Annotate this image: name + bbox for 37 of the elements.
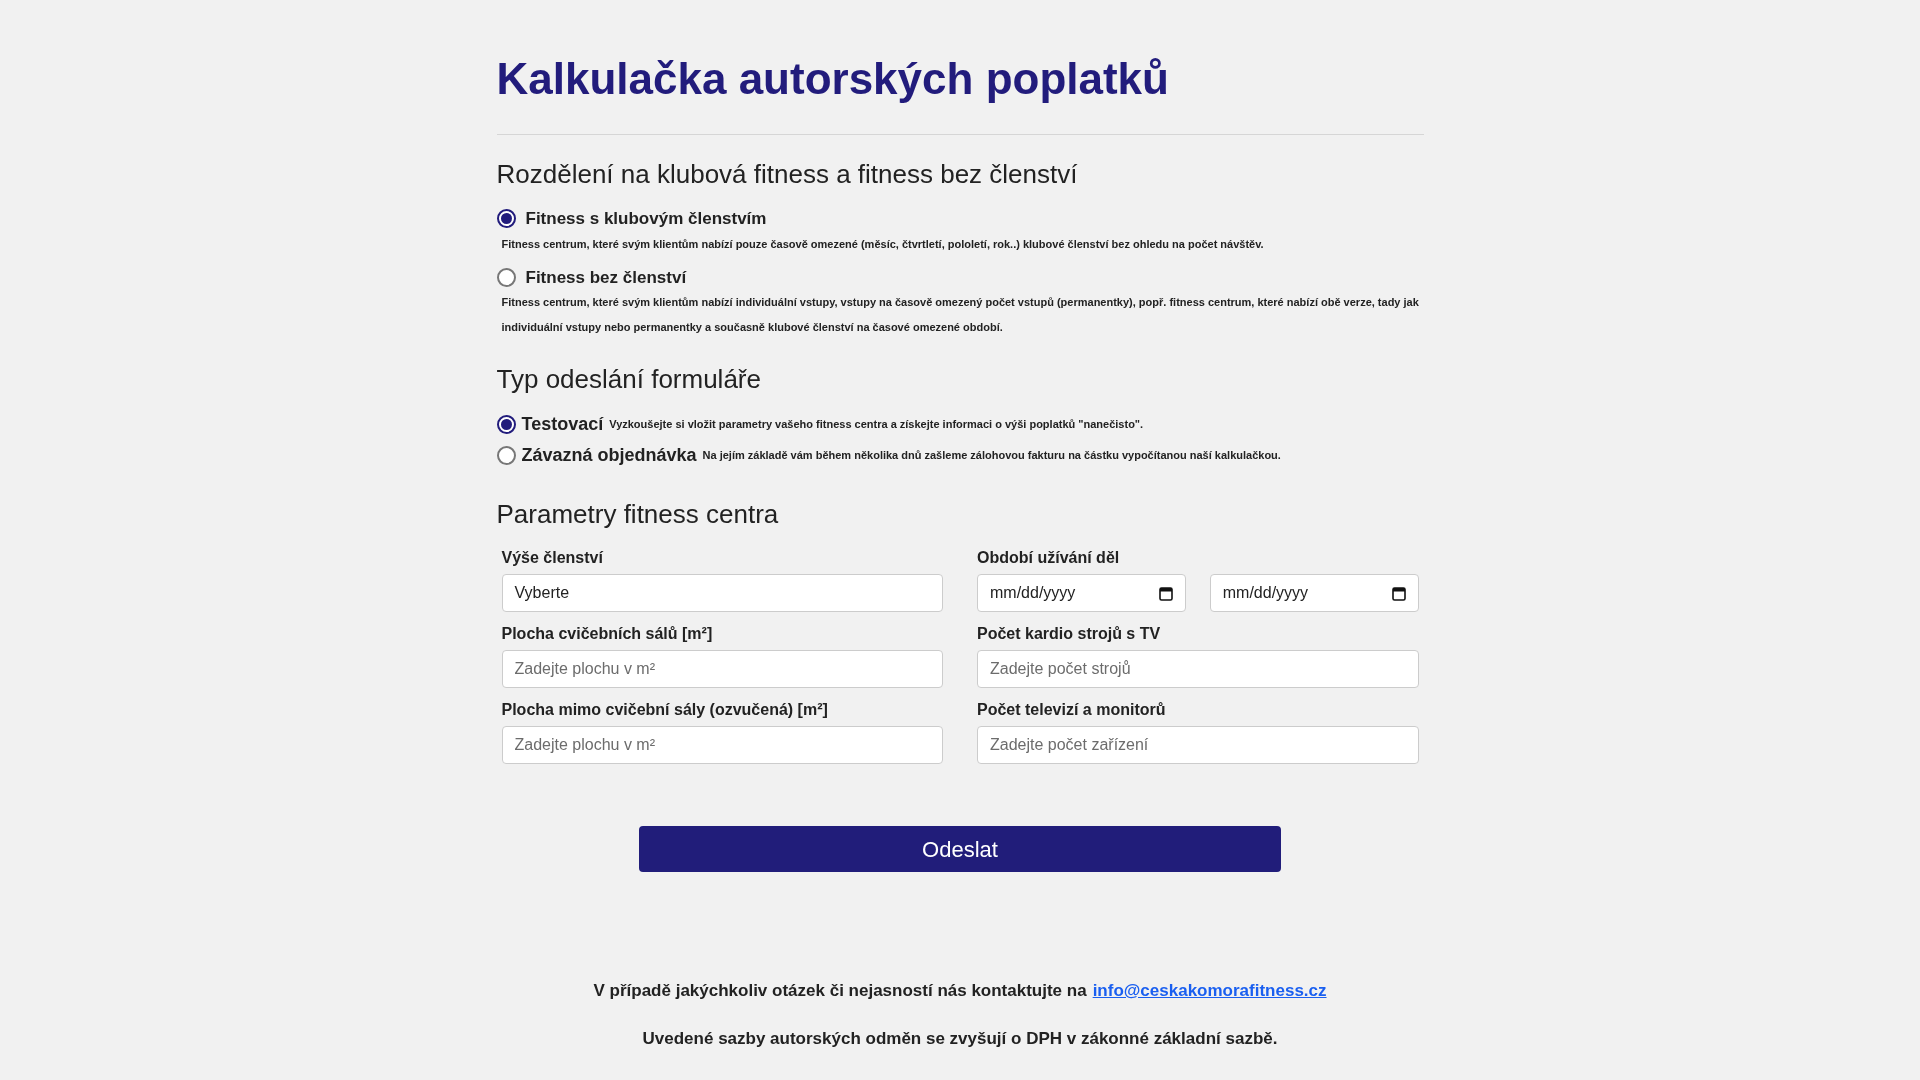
radio-selected[interactable] — [496, 209, 516, 229]
calendar-icon[interactable] — [1158, 585, 1173, 601]
radio-unselected[interactable] — [496, 446, 516, 465]
radio-unselected[interactable] — [496, 267, 516, 287]
field-label: Období užívání děl — [977, 548, 1121, 568]
field-label: Počet televizí a monitorů — [977, 700, 1167, 720]
option-description: Na jejím základě vám během několika dnů zašleme zálohovou fakturu na částku vypočítanou naší kalkulačkou. — [702, 448, 1281, 464]
input-field[interactable]: Zadejte plochu v m² — [501, 650, 943, 688]
field-label: Počet kardio strojů s TV — [977, 624, 1162, 644]
radio-selected[interactable] — [496, 415, 516, 434]
calendar-icon[interactable] — [1391, 585, 1406, 601]
date-placeholder: mm/dd/yyyy — [1222, 583, 1309, 603]
field-label: Výše členství — [501, 548, 604, 568]
email-link[interactable]: info@ceskakomorafitness.cz — [1092, 978, 1327, 1004]
date-field[interactable]: mm/dd/yyyy — [977, 574, 1186, 612]
contact-text: V případě jakýchkoliv otázek či nejasností nás kontaktujte na — [593, 980, 1087, 1002]
section-heading: Typ odeslání formuláře — [496, 363, 762, 396]
input-field[interactable]: Zadejte plochu v m² — [501, 726, 943, 764]
submit-button[interactable]: Odeslat — [639, 826, 1281, 872]
option-description: Fitness centrum, které svým klientům nabízí pouze časově omezené (měsíc, čtvrtletí, pololetí, rok..) klubové členství bez ohledu na počet návštěv. — [500, 236, 1265, 252]
radio-label[interactable]: Testovací — [521, 411, 604, 438]
page-title: Kalkulačka autorských poplatků — [496, 46, 1424, 135]
vat-note: Uvedené sazby autorských odměn se zvyšují o DPH v zákonné základní sazbě. — [642, 1027, 1278, 1050]
option-description: Vyzkoušejte si vložit parametry vašeho fitness centra a získejte informaci o výši poplatků "nanečisto". — [609, 417, 1144, 433]
select-field[interactable]: Vyberte — [501, 574, 943, 612]
input-field[interactable]: Zadejte počet zařízení — [977, 726, 1419, 764]
field-label: Plocha cvičebních sálů [m²] — [501, 624, 714, 644]
radio-label[interactable]: Fitness bez členství — [525, 264, 687, 290]
date-field[interactable]: mm/dd/yyyy — [1209, 574, 1419, 612]
radio-label[interactable]: Závazná objednávka — [521, 442, 697, 469]
date-placeholder: mm/dd/yyyy — [990, 583, 1076, 603]
section-heading: Parametry fitness centra — [496, 498, 780, 531]
input-field[interactable]: Zadejte počet strojů — [977, 650, 1419, 688]
radio-label[interactable]: Fitness s klubovým členstvím — [525, 206, 767, 232]
option-description: Fitness centrum, které svým klientům nabízí individuální vstupy, vstupy na časově omezený počet vstupů (permanentky), popř. fitness centrum, které nabízí obě verze, tady jak individuální vstupy nebo permanentky a současně klubové členství na časové omezené období. — [500, 295, 1420, 335]
section-heading: Rozdělení na klubová fitness a fitness bez členství — [496, 158, 1079, 191]
field-label: Plocha mimo cvičební sály (ozvučená) [m²] — [501, 700, 829, 720]
